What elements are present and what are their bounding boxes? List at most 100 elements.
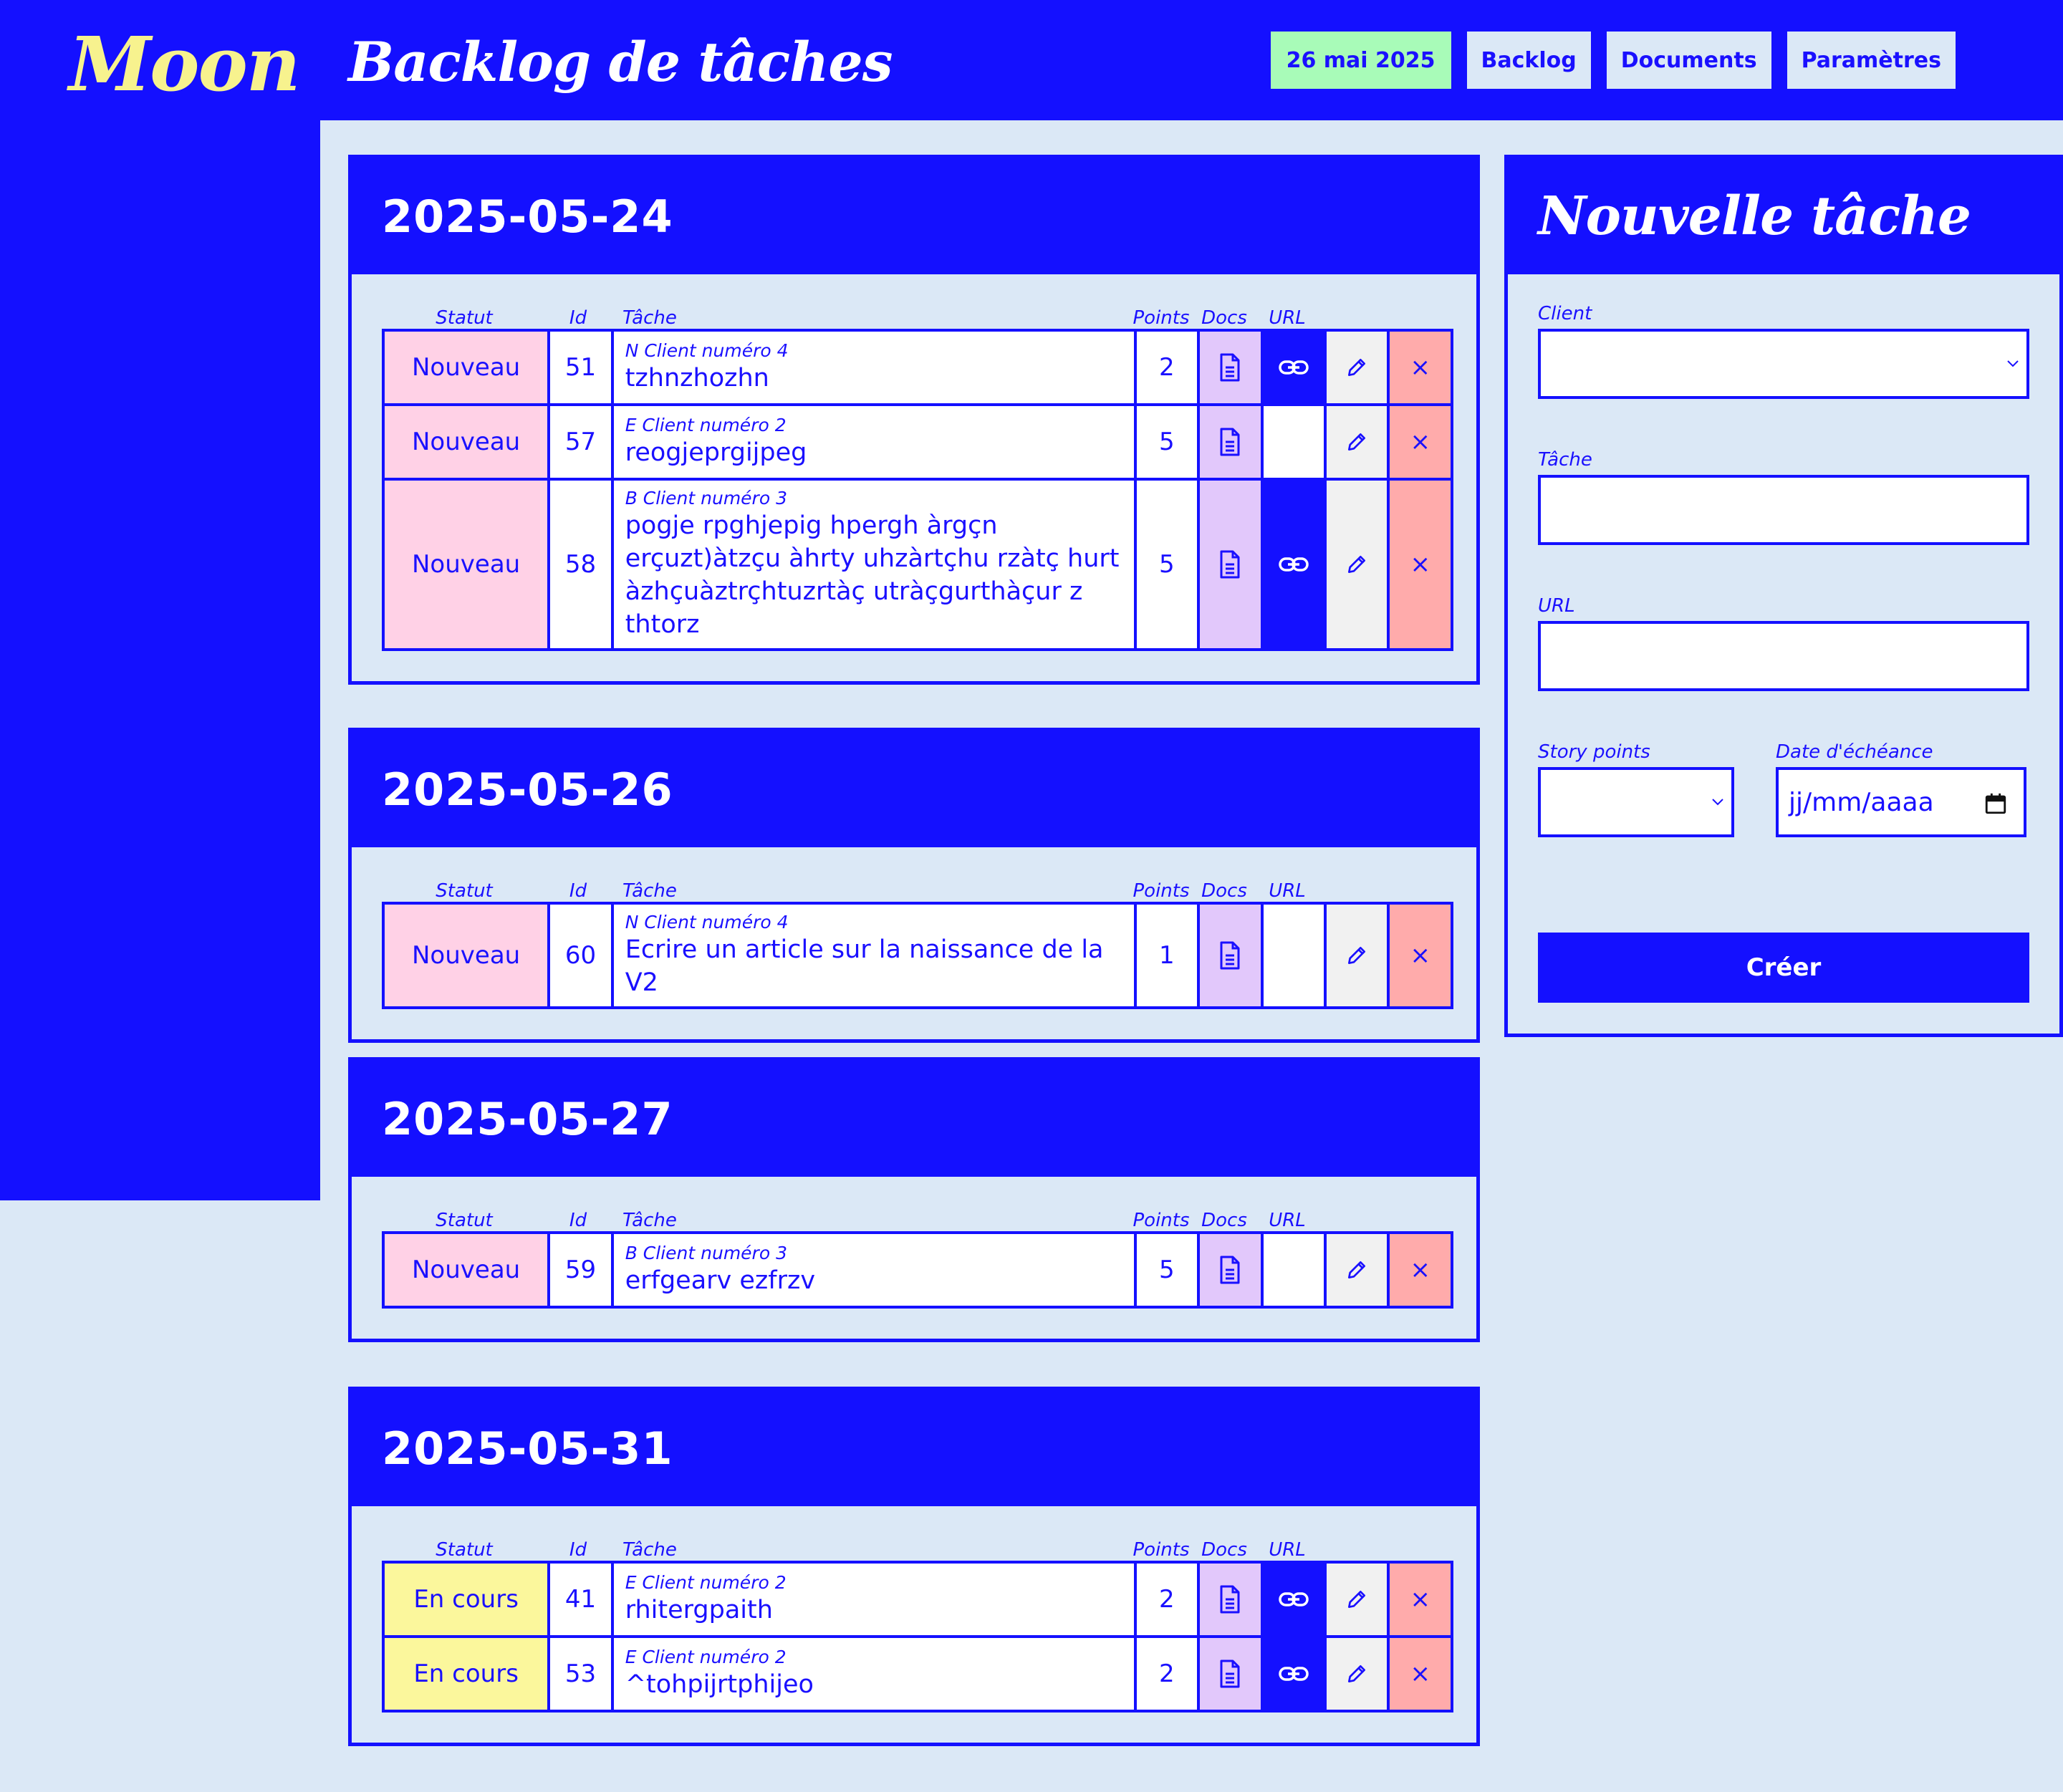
docs-button[interactable] xyxy=(1197,1561,1264,1638)
edit-button[interactable] xyxy=(1324,902,1390,1009)
url-button xyxy=(1260,1231,1327,1309)
task-client: E Client numéro 2 xyxy=(625,1572,787,1593)
task-group: 2025-05-31 Statut Id Tâche Points Docs URL En c… xyxy=(348,1387,1480,1746)
table-row: Nouveau 59 B Client numéro 3 erfgearv ezfrz… xyxy=(381,1231,1453,1309)
due-date-field: Date d'échéance jj/mm/aaaa xyxy=(1776,741,2026,837)
edit-button[interactable] xyxy=(1324,478,1390,651)
header-url: URL xyxy=(1269,880,1306,902)
status-badge[interactable]: Nouveau xyxy=(381,478,551,651)
table-header: Statut Id Tâche Points Docs URL xyxy=(382,1205,1446,1231)
task-name: rhitergpaith xyxy=(625,1596,773,1624)
docs-button[interactable] xyxy=(1197,902,1264,1009)
header-docs: Docs xyxy=(1201,1539,1247,1561)
task-name: Ecrire un article sur la naissance de la… xyxy=(625,935,1104,997)
new-task-title: Nouvelle tâche xyxy=(1508,158,2059,274)
header-points: Points xyxy=(1133,1210,1190,1231)
url-button[interactable] xyxy=(1260,1561,1327,1638)
group-date: 2025-05-26 xyxy=(352,731,1476,847)
delete-button[interactable]: × xyxy=(1387,329,1453,406)
header-docs: Docs xyxy=(1201,880,1247,902)
delete-button[interactable]: × xyxy=(1387,403,1453,481)
close-icon: × xyxy=(1410,428,1430,456)
task-cell: B Client numéro 3 pogje rpghjepig hpergh … xyxy=(610,478,1137,651)
document-icon xyxy=(1220,1659,1240,1688)
status-badge[interactable]: Nouveau xyxy=(381,403,551,481)
docs-button[interactable] xyxy=(1197,329,1264,406)
url-input[interactable] xyxy=(1538,621,2029,691)
task-field: Tâche xyxy=(1538,449,2029,545)
header-id: Id xyxy=(569,307,587,329)
nav-documents-button[interactable]: Documents xyxy=(1606,32,1771,89)
table-row: Nouveau 57 E Client numéro 2 reogjeprgijpeg… xyxy=(381,403,1453,481)
delete-button[interactable]: × xyxy=(1387,1561,1453,1638)
docs-button[interactable] xyxy=(1197,403,1264,481)
docs-button[interactable] xyxy=(1197,1635,1264,1712)
task-client: N Client numéro 4 xyxy=(625,340,789,361)
header-points: Points xyxy=(1133,1539,1190,1561)
url-button xyxy=(1260,403,1327,481)
task-group: 2025-05-26 Statut Id Tâche Points Docs URL Nouv… xyxy=(348,728,1480,1043)
chevron-down-icon xyxy=(1712,799,1723,806)
group-date: 2025-05-27 xyxy=(352,1061,1476,1177)
task-id: 53 xyxy=(547,1635,614,1712)
due-date-input[interactable]: jj/mm/aaaa xyxy=(1776,767,2026,837)
delete-button[interactable]: × xyxy=(1387,1231,1453,1309)
task-cell: E Client numéro 2 rhitergpaith xyxy=(610,1561,1137,1638)
delete-button[interactable]: × xyxy=(1387,1635,1453,1712)
header-id: Id xyxy=(569,880,587,902)
status-badge[interactable]: En cours xyxy=(381,1635,551,1712)
tasks-table: En cours 41 E Client numéro 2 rhitergpaith 2… xyxy=(381,1561,1453,1712)
edit-button[interactable] xyxy=(1324,403,1390,481)
task-points: 5 xyxy=(1133,478,1201,651)
nav-backlog-button[interactable]: Backlog xyxy=(1466,32,1591,89)
task-cell: E Client numéro 2 reogjeprgijpeg xyxy=(610,403,1137,481)
url-button[interactable] xyxy=(1260,478,1327,651)
status-badge[interactable]: En cours xyxy=(381,1561,551,1638)
status-badge[interactable]: Nouveau xyxy=(381,1231,551,1309)
calendar-icon[interactable] xyxy=(1983,791,2008,816)
delete-button[interactable]: × xyxy=(1387,902,1453,1009)
delete-button[interactable]: × xyxy=(1387,478,1453,651)
task-id: 59 xyxy=(547,1231,614,1309)
story-points-select[interactable] xyxy=(1538,767,1734,837)
document-icon xyxy=(1220,1585,1240,1614)
current-date-badge[interactable]: 26 mai 2025 xyxy=(1270,32,1451,89)
header-tache: Tâche xyxy=(622,1210,677,1231)
task-input[interactable] xyxy=(1538,475,2029,545)
client-select[interactable] xyxy=(1538,329,2029,399)
table-row: Nouveau 58 B Client numéro 3 pogje rpghjepi… xyxy=(381,478,1453,651)
link-icon xyxy=(1279,557,1309,572)
edit-button[interactable] xyxy=(1324,1635,1390,1712)
url-button[interactable] xyxy=(1260,329,1327,406)
app-logo[interactable]: Moon xyxy=(69,20,300,108)
nav-settings-button[interactable]: Paramètres xyxy=(1787,32,1956,89)
edit-button[interactable] xyxy=(1324,1231,1390,1309)
docs-button[interactable] xyxy=(1197,1231,1264,1309)
url-button[interactable] xyxy=(1260,1635,1327,1712)
document-icon xyxy=(1220,550,1240,579)
status-badge[interactable]: Nouveau xyxy=(381,329,551,406)
page-title: Backlog de tâches xyxy=(348,30,893,94)
header-id: Id xyxy=(569,1539,587,1561)
task-name: tzhnzhozhn xyxy=(625,364,769,392)
tasks-table: Nouveau 59 B Client numéro 3 erfgearv ezfrz… xyxy=(381,1231,1453,1309)
header-docs: Docs xyxy=(1201,307,1247,329)
table-header: Statut Id Tâche Points Docs URL xyxy=(382,1535,1446,1561)
close-icon: × xyxy=(1410,550,1430,579)
edit-button[interactable] xyxy=(1324,1561,1390,1638)
task-points: 1 xyxy=(1133,902,1201,1009)
status-badge[interactable]: Nouveau xyxy=(381,902,551,1009)
link-icon xyxy=(1279,360,1309,375)
top-nav: 26 mai 2025 Backlog Documents Paramètres xyxy=(1270,32,1956,89)
create-task-button[interactable]: Créer xyxy=(1538,933,2029,1003)
task-points: 5 xyxy=(1133,1231,1201,1309)
header-points: Points xyxy=(1133,307,1190,329)
task-group: 2025-05-27 Statut Id Tâche Points Docs URL Nouv… xyxy=(348,1057,1480,1342)
close-icon: × xyxy=(1410,353,1430,382)
docs-button[interactable] xyxy=(1197,478,1264,651)
header-statut: Statut xyxy=(436,1539,493,1561)
task-id: 60 xyxy=(547,902,614,1009)
story-points-field: Story points xyxy=(1538,741,1734,837)
edit-button[interactable] xyxy=(1324,329,1390,406)
new-task-panel: Nouvelle tâche Client Tâche URL Story po… xyxy=(1504,155,2063,1037)
